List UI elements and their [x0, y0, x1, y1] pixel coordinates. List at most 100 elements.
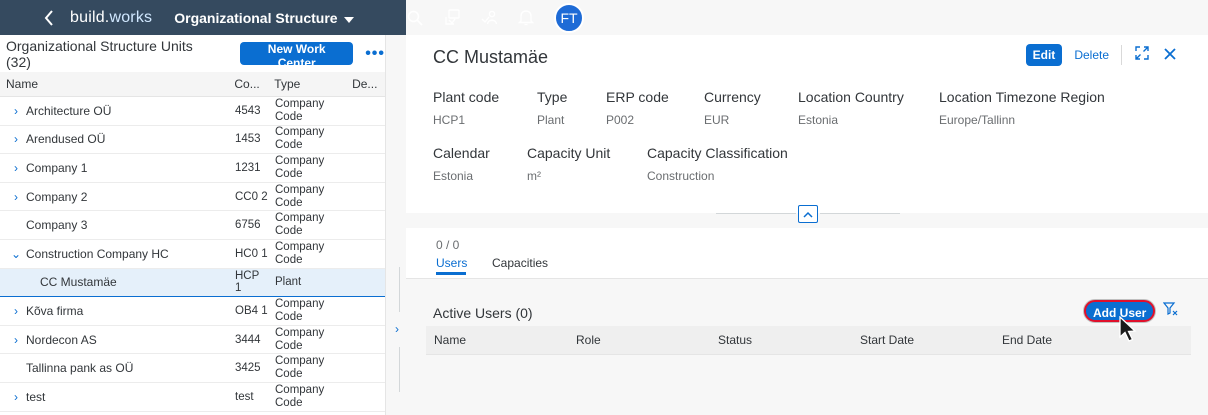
shell-bar: build.works Organizational Structure FT [0, 0, 1208, 35]
column-name[interactable]: Name [0, 77, 227, 91]
active-tab-indicator [436, 272, 466, 275]
tree-table: › Architecture OÜ 4543 Company Code › Arendus… [0, 97, 385, 412]
logo-prefix: build. [70, 8, 110, 26]
tab-bar: 0 / 0 Users Capacities [406, 228, 1208, 279]
close-icon[interactable] [1162, 47, 1178, 64]
tree-row-code: CC0 2 [235, 190, 268, 203]
tab-capacities[interactable]: Capacities [492, 238, 548, 270]
back-icon[interactable] [34, 9, 64, 26]
attr-label: Capacity Classification [647, 145, 788, 161]
search-icon[interactable] [406, 9, 424, 27]
delete-button[interactable]: Delete [1074, 48, 1109, 62]
clear-filter-icon[interactable] [1162, 302, 1179, 319]
attr-currency: Currency EUR [704, 89, 761, 127]
object-page: CC Mustamäe Edit Delete Plant code HCP1 … [406, 35, 1208, 415]
user-avatar[interactable]: FT [554, 2, 584, 33]
app-logo[interactable]: build.works [70, 9, 152, 27]
column-start-date[interactable]: Start Date [852, 333, 994, 347]
chevron-right-icon[interactable]: › [0, 161, 26, 175]
attr-value: m² [527, 169, 541, 183]
tree-row-type: Company Code [275, 383, 325, 409]
bell-icon[interactable] [517, 9, 535, 27]
tree-row[interactable]: › test test Company Code [0, 382, 385, 412]
tree-row-name-cell: Company 3 [0, 218, 228, 232]
chevron-right-icon[interactable]: › [0, 132, 26, 146]
attr-label: Type [537, 89, 568, 105]
column-status[interactable]: Status [710, 333, 852, 347]
chevron-down-icon[interactable]: ⌄ [0, 247, 26, 261]
attr-label: Calendar [433, 145, 490, 161]
object-title: CC Mustamäe [433, 47, 549, 67]
tree-row-code: 3425 [235, 362, 261, 375]
edit-button[interactable]: Edit [1025, 44, 1063, 66]
chevron-right-icon[interactable]: › [0, 104, 26, 118]
tree-row-type: Company Code [275, 212, 325, 238]
chevron-right-icon[interactable]: › [0, 390, 26, 404]
attr-location-country: Location Country Estonia [798, 89, 904, 127]
tree-row-label: Arendused OÜ [26, 132, 106, 147]
tree-row[interactable]: › Company 1 1231 Company Code [0, 154, 385, 183]
fullscreen-icon[interactable] [1134, 46, 1150, 64]
divider [820, 213, 900, 214]
splitter-line [399, 347, 400, 392]
new-work-center-button[interactable]: New Work Center [240, 42, 354, 70]
tree-row-code: 3444 [235, 333, 261, 346]
chevron-right-icon[interactable]: › [0, 190, 26, 204]
attr-value: Estonia [433, 169, 474, 183]
tree-row-name-cell: › Company 2 [0, 190, 228, 204]
chevron-right-icon[interactable]: › [0, 304, 26, 318]
tab-label: Users [436, 256, 468, 270]
tree-row[interactable]: Tallinna pank as OÜ 3425 Company Code [0, 354, 385, 383]
tree-row-name-cell: › Nordecon AS [0, 333, 228, 347]
attr-label: Capacity Unit [527, 145, 611, 161]
attr-value: Estonia [798, 113, 839, 127]
work-items-icon[interactable] [443, 9, 461, 27]
tree-row[interactable]: Company 3 6756 Company Code [0, 211, 385, 240]
tree-row[interactable]: › Arendused OÜ 1453 Company Code [0, 125, 385, 155]
tree-row[interactable]: › Kõva firma OB4 1 Company Code [0, 297, 385, 326]
tree-row-name-cell: CC Mustamäe [0, 275, 228, 289]
tree-row[interactable]: ⌄ Construction Company HC HC0 1 Company Cod… [0, 239, 385, 269]
attr-label: Location Country [798, 89, 904, 105]
object-actions: Edit Delete [1025, 44, 1178, 66]
tree-row[interactable]: › Nordecon AS 3444 Company Code [0, 325, 385, 355]
tree-row-code: 6756 [235, 219, 261, 232]
tree-row-name-cell: › test [0, 390, 228, 404]
tab-users[interactable]: 0 / 0 Users [436, 238, 468, 275]
tab-label: Capacities [492, 256, 549, 270]
tree-row-code: OB4 1 [235, 304, 268, 317]
tree-row-type: Company Code [275, 126, 325, 152]
tree-row-type: Company Code [275, 154, 325, 180]
column-role[interactable]: Role [568, 333, 710, 347]
org-units-panel: Organizational Structure Units (32) New … [0, 35, 386, 415]
app-title-menu[interactable]: Organizational Structure [174, 10, 354, 26]
tree-row-name-cell: Tallinna pank as OÜ [0, 361, 228, 375]
more-options-button[interactable]: ••• [365, 45, 385, 63]
tree-row-code: 1231 [235, 161, 261, 174]
tree-row[interactable]: › Company 2 CC0 2 Company Code [0, 182, 385, 212]
tree-row-type: Company Code [275, 326, 325, 352]
people-icon[interactable] [480, 9, 498, 27]
collapse-header-button[interactable] [798, 205, 818, 223]
splitter-line [399, 267, 400, 312]
column-end-date[interactable]: End Date [994, 333, 1136, 347]
tree-row-code: HCP 1 [235, 270, 260, 295]
column-code[interactable]: Co... [227, 77, 267, 91]
column-description[interactable]: De... [347, 77, 385, 91]
tree-row-type: Company Code [275, 297, 325, 323]
tab-count [492, 238, 548, 252]
tree-row-code: test [235, 390, 254, 403]
org-units-title: Organizational Structure Units (32) [6, 37, 193, 70]
panel-splitter[interactable]: › [386, 35, 406, 415]
chevron-right-icon[interactable]: › [395, 322, 399, 336]
attr-plant-code: Plant code HCP1 [433, 89, 499, 127]
tree-row[interactable]: › Architecture OÜ 4543 Company Code [0, 97, 385, 126]
active-users-title: Active Users (0) [433, 305, 533, 321]
mouse-cursor-icon [1118, 315, 1140, 347]
tree-column-header: Name Co... Type De... [0, 72, 385, 97]
chevron-right-icon[interactable]: › [0, 333, 26, 347]
tree-row-label: Company 1 [26, 160, 88, 175]
tree-row[interactable]: CC Mustamäe HCP 1 Plant [0, 268, 385, 298]
column-type[interactable]: Type [267, 77, 347, 91]
column-name[interactable]: Name [426, 333, 568, 347]
